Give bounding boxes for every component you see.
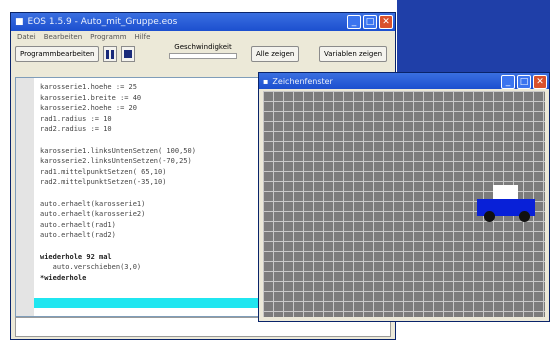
desktop-background — [397, 0, 550, 80]
drawing-titlebar[interactable]: ▪ Zeichenfenster _ □ ✕ — [259, 73, 549, 89]
code-line[interactable]: auto.erhaelt(rad1) — [40, 220, 196, 231]
menu-programm[interactable]: Programm — [90, 33, 126, 41]
close-icon[interactable]: ✕ — [533, 75, 547, 89]
menu-hilfe[interactable]: Hilfe — [135, 33, 151, 41]
pause-icon[interactable] — [103, 46, 118, 62]
code-line[interactable]: karosserie2.linksUntenSetzen(-70,25) — [40, 156, 196, 167]
code-line[interactable] — [40, 241, 196, 252]
editor-gutter — [16, 78, 34, 316]
code-line[interactable]: auto.verschieben(3,0) — [40, 262, 196, 273]
code-line[interactable]: auto.erhaelt(karosserie2) — [40, 209, 196, 220]
code-line[interactable]: rad2.mittelpunktSetzen(-35,10) — [40, 177, 196, 188]
code-line[interactable]: auto.erhaelt(rad2) — [40, 230, 196, 241]
maximize-icon[interactable]: □ — [363, 15, 377, 29]
code-line[interactable]: auto.erhaelt(karosserie1) — [40, 199, 196, 210]
menu-datei[interactable]: Datei — [17, 33, 36, 41]
code-text[interactable]: karosserie1.hoehe := 25 karosserie1.breit… — [40, 82, 196, 283]
speed-track[interactable] — [169, 53, 237, 59]
code-line[interactable]: rad1.radius := 10 — [40, 114, 196, 125]
drawing-window-icon: ▪ — [263, 76, 269, 86]
car-wheel-front — [519, 211, 530, 222]
program-editor-button[interactable]: Programmbearbeiten — [15, 46, 100, 62]
minimize-icon[interactable]: _ — [347, 15, 361, 29]
code-line[interactable]: *wiederhole — [40, 273, 196, 284]
drawing-window: ▪ Zeichenfenster _ □ ✕ — [258, 72, 550, 322]
code-line[interactable]: karosserie1.linksUntenSetzen( 100,50) — [40, 146, 196, 157]
close-icon[interactable]: ✕ — [379, 15, 393, 29]
maximize-icon[interactable]: □ — [517, 75, 531, 89]
show-all-button[interactable]: Alle zeigen — [251, 46, 300, 62]
car-cabin — [493, 185, 518, 199]
show-variables-button[interactable]: Variablen zeigen — [319, 46, 388, 62]
code-line[interactable]: karosserie1.breite := 40 — [40, 93, 196, 104]
code-line[interactable]: wiederhole 92 mal — [40, 252, 196, 263]
minimize-icon[interactable]: _ — [501, 75, 515, 89]
stop-icon[interactable] — [121, 46, 136, 62]
code-line[interactable]: rad1.mittelpunktSetzen( 65,10) — [40, 167, 196, 178]
code-line[interactable]: karosserie1.hoehe := 25 — [40, 82, 196, 93]
speed-label: Geschwindigkeit — [174, 43, 232, 51]
code-line[interactable]: rad2.radius := 10 — [40, 124, 196, 135]
drawing-window-title: Zeichenfenster — [272, 76, 333, 86]
main-titlebar[interactable]: ■ EOS 1.5.9 - Auto_mit_Gruppe.eos _ □ ✕ — [11, 13, 395, 31]
code-line[interactable] — [40, 188, 196, 199]
app-icon: ■ — [15, 17, 24, 27]
menu-bearbeiten[interactable]: Bearbeiten — [44, 33, 82, 41]
menubar: Datei Bearbeiten Programm Hilfe — [11, 31, 395, 43]
code-line[interactable]: karosserie2.hoehe := 20 — [40, 103, 196, 114]
main-window-title: EOS 1.5.9 - Auto_mit_Gruppe.eos — [27, 17, 178, 27]
code-line[interactable] — [40, 135, 196, 146]
toolbar: Programmbearbeiten Geschwindigkeit Alle … — [11, 43, 395, 65]
car-wheel-rear — [484, 211, 495, 222]
drawing-canvas[interactable] — [263, 91, 545, 317]
speed-slider[interactable]: Geschwindigkeit — [163, 43, 243, 63]
